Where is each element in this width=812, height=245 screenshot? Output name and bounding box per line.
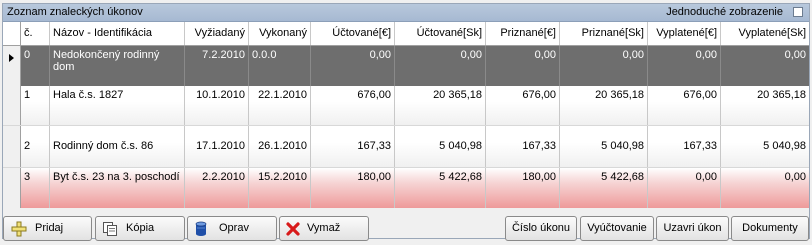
row-indicator (3, 168, 21, 208)
col-header-billed-sk[interactable]: Účtované[Sk] (395, 22, 486, 45)
table-row[interactable]: 2 Rodinný dom č.s. 86 17.1.2010 26.1.201… (3, 126, 809, 168)
cell-number: 1 (21, 86, 50, 125)
copy-button-label: Kópia (126, 222, 155, 234)
cell-performed: 0.0.0 (249, 46, 311, 86)
cell-granted-sk: 5 422,68 (560, 168, 648, 208)
cell-billed-eur: 167,33 (311, 126, 395, 167)
cell-billed-sk: 0,00 (395, 46, 486, 86)
cell-requested: 2.2.2010 (185, 168, 249, 208)
cell-number: 3 (21, 168, 50, 208)
col-header-performed[interactable]: Vykonaný (249, 22, 311, 45)
documents-button[interactable]: Dokumenty (731, 216, 809, 241)
col-header-granted-eur[interactable]: Priznané[€] (486, 22, 560, 45)
cell-name: Rodinný dom č.s. 86 (50, 126, 185, 167)
row-indicator (3, 46, 21, 86)
add-button[interactable]: Pridaj (3, 216, 92, 241)
expert-acts-panel: Zoznam znaleckých úkonov Jednoduché zobr… (2, 3, 810, 239)
panel-title: Zoznam znaleckých úkonov (7, 6, 143, 18)
table-row[interactable]: 1 Hala č.s. 1827 10.1.2010 22.1.2010 676… (3, 86, 809, 126)
edit-button-label: Oprav (219, 222, 249, 234)
add-icon (11, 221, 27, 237)
col-header-granted-sk[interactable]: Priznané[Sk] (560, 22, 648, 45)
simple-view-label: Jednoduché zobrazenie (666, 6, 783, 18)
cell-performed: 26.1.2010 (249, 126, 311, 167)
delete-icon (286, 222, 300, 236)
documents-button-label: Dokumenty (742, 222, 798, 234)
cell-granted-sk: 0,00 (560, 46, 648, 86)
cell-paid-sk: 0,00 (784, 49, 806, 61)
cell-performed: 15.2.2010 (249, 168, 311, 208)
col-header-billed-eur[interactable]: Účtované[€] (311, 22, 395, 45)
billing-button-label: Vyúčtovanie (587, 222, 647, 234)
cell-name: Hala č.s. 1827 (50, 86, 185, 125)
cell-paid-eur: 0,00 (648, 168, 721, 208)
cell-billed-sk: 5 040,98 (395, 126, 486, 167)
billing-button[interactable]: Vyúčtovanie (580, 216, 654, 241)
cell-performed: 22.1.2010 (249, 86, 311, 125)
cell-requested: 17.1.2010 (185, 126, 249, 167)
cell-requested: 7.2.2010 (185, 46, 249, 86)
close-act-button[interactable]: Uzavri úkon (656, 216, 729, 241)
cell-paid-sk: 20 365,18 (757, 89, 806, 101)
cell-billed-sk: 20 365,18 (395, 86, 486, 125)
col-header-requested[interactable]: Vyžiadaný (185, 22, 249, 45)
cell-paid-sk: 0,00 (784, 171, 806, 183)
cell-billed-sk: 5 422,68 (395, 168, 486, 208)
table-header: č. Názov - Identifikácia Vyžiadaný Vykon… (3, 22, 809, 46)
act-number-button[interactable]: Číslo úkonu (505, 216, 577, 241)
cell-billed-eur: 0,00 (311, 46, 395, 86)
row-indicator (3, 126, 21, 167)
cell-granted-eur: 0,00 (486, 46, 560, 86)
table-row[interactable]: 0 Nedokončený rodinný dom 7.2.2010 0.0.0… (3, 46, 809, 86)
add-button-label: Pridaj (35, 222, 64, 234)
cell-paid-eur: 676,00 (648, 86, 721, 125)
copy-button[interactable]: Kópia (95, 216, 185, 241)
cell-billed-eur: 180,00 (311, 168, 395, 208)
col-header-paid-eur[interactable]: Vyplatené[€] (648, 22, 721, 45)
cell-name: Nedokončený rodinný dom (50, 46, 185, 86)
cell-number: 2 (21, 126, 50, 167)
cell-granted-eur: 167,33 (486, 126, 560, 167)
cell-granted-sk: 5 040,98 (560, 126, 648, 167)
cell-billed-eur: 676,00 (311, 86, 395, 125)
close-act-button-label: Uzavri úkon (663, 222, 722, 234)
table-row[interactable]: 3 Byt č.s. 23 na 3. poschodí 2.2.2010 15… (3, 168, 809, 208)
row-header-corner (3, 22, 21, 45)
simple-view-checkbox[interactable] (793, 7, 803, 17)
col-header-paid-sk[interactable]: Vyplatené[Sk] (721, 22, 809, 45)
delete-button-label: Vymaž (307, 222, 341, 234)
copy-icon (103, 222, 117, 236)
cell-requested: 10.1.2010 (185, 86, 249, 125)
cell-granted-eur: 676,00 (486, 86, 560, 125)
cell-paid-eur: 0,00 (648, 46, 721, 86)
cell-paid-sk: 5 040,98 (763, 140, 806, 152)
cell-granted-eur: 180,00 (486, 168, 560, 208)
database-icon (195, 221, 207, 236)
edit-button[interactable]: Oprav (187, 216, 277, 241)
delete-button[interactable]: Vymaž (279, 216, 369, 241)
cell-granted-sk: 20 365,18 (560, 86, 648, 125)
cell-name: Byt č.s. 23 na 3. poschodí (50, 168, 185, 208)
col-header-name[interactable]: Názov - Identifikácia (50, 22, 185, 45)
acts-table[interactable]: č. Názov - Identifikácia Vyžiadaný Vykon… (3, 22, 809, 208)
cell-paid-eur: 167,33 (648, 126, 721, 167)
panel-title-bar: Zoznam znaleckých úkonov Jednoduché zobr… (3, 4, 809, 22)
act-number-button-label: Číslo úkonu (511, 222, 571, 234)
row-indicator (3, 86, 21, 125)
current-row-arrow-icon (9, 54, 14, 62)
col-header-number[interactable]: č. (21, 22, 50, 45)
cell-number: 0 (21, 46, 50, 86)
